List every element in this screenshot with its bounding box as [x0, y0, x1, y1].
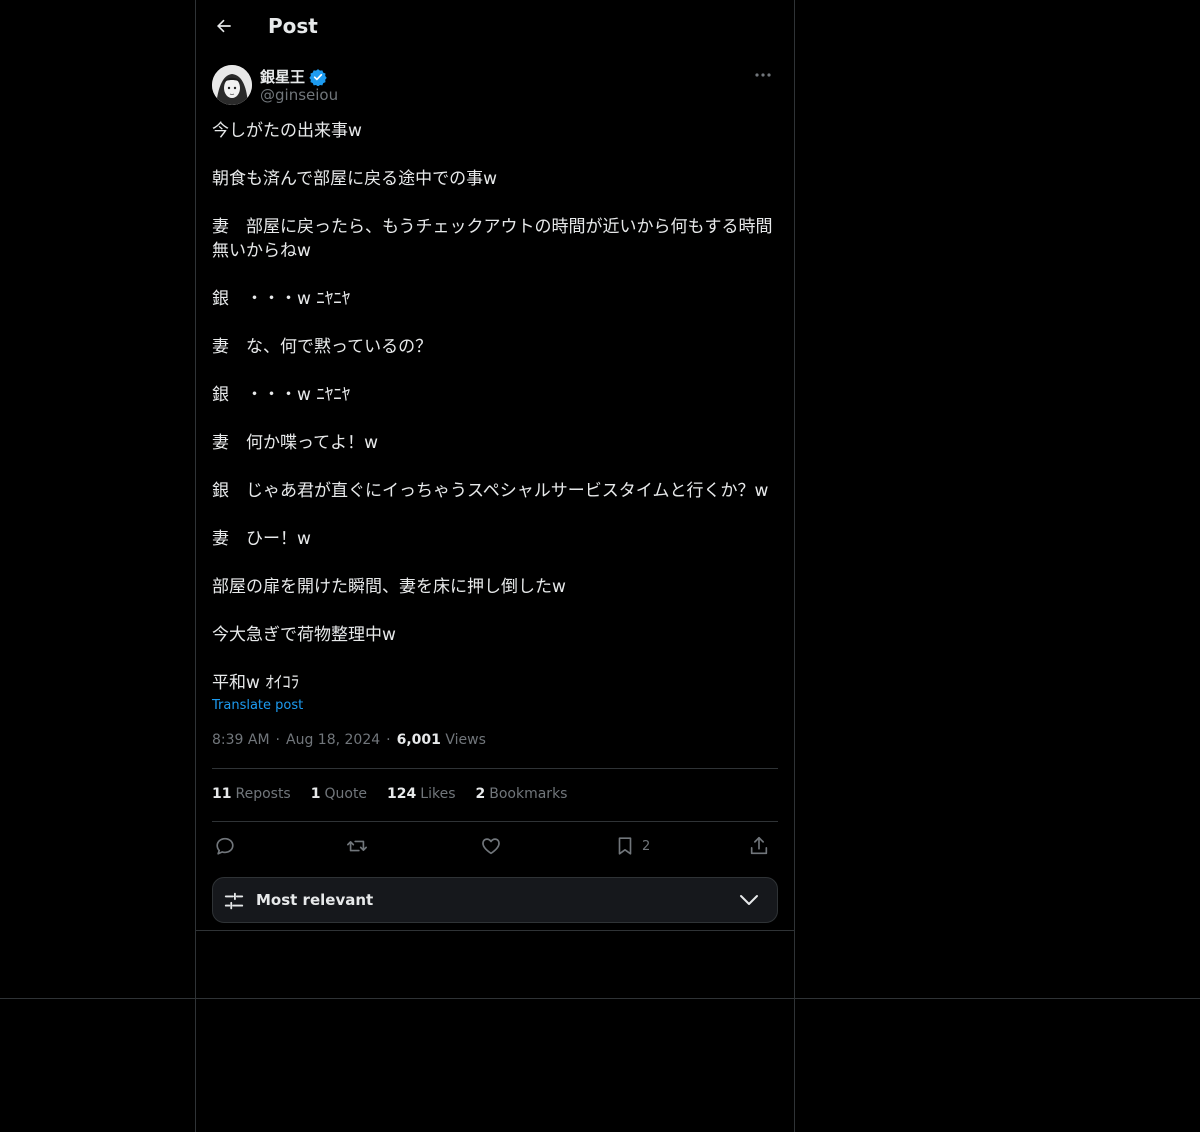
arrow-left-icon	[217, 19, 231, 33]
reply-button[interactable]	[214, 832, 236, 860]
reply-icon	[216, 837, 234, 855]
sort-replies-dropdown[interactable]: Most relevant	[212, 877, 778, 923]
divider	[212, 821, 778, 822]
more-options-button[interactable]	[748, 64, 778, 86]
repost-button[interactable]	[346, 832, 368, 860]
post-text: 今しがたの出来事w 朝食も済んで部屋に戻る途中での事w 妻 部屋に戻ったら、もう…	[212, 119, 778, 695]
page-title: Post	[268, 14, 318, 38]
post-stats: 11 Reposts 1 Quote 124 Likes 2 Bookmarks	[212, 786, 567, 802]
more-horizontal-icon	[755, 73, 771, 77]
post-meta: 8:39 AM · Aug 18, 2024 · 6,001 Views	[212, 732, 486, 748]
post-paragraph: 妻 何か喋ってよ！w	[212, 433, 379, 453]
post-paragraph: 銀 ・・・w ﾆﾔﾆﾔ	[212, 289, 351, 309]
sort-label: Most relevant	[256, 891, 374, 909]
post-paragraph: 銀 じゃあ君が直ぐにイっちゃうスペシャルサービスタイムと行くか？w	[212, 481, 769, 501]
verified-badge-icon	[309, 68, 327, 86]
post-paragraph: 部屋の扉を開けた瞬間、妻を床に押し倒したw	[212, 577, 566, 597]
bookmarks-label: Bookmarks	[489, 786, 568, 802]
likes-label: Likes	[420, 786, 456, 802]
author-display-name[interactable]: 銀星王	[260, 66, 305, 87]
bookmark-icon	[618, 837, 632, 855]
post-paragraph: 妻 な、何で黙っているの？	[212, 337, 433, 357]
quotes-stat[interactable]: 1 Quote	[311, 786, 367, 802]
post-paragraph: 妻 部屋に戻ったら、もうチェックアウトの時間が近いから何もする時間無いからねw	[212, 217, 773, 261]
author-name-line[interactable]: 銀星王	[260, 66, 327, 87]
views-count: 6,001	[396, 732, 441, 748]
divider	[212, 768, 778, 769]
reposts-count: 11	[212, 786, 232, 802]
sliders-icon	[224, 892, 244, 910]
like-button[interactable]	[480, 832, 502, 860]
author-handle[interactable]: @ginseiou	[260, 86, 338, 104]
post-paragraph: 今しがたの出来事w	[212, 121, 362, 141]
post-paragraph: 朝食も済んで部屋に戻る途中での事w	[212, 169, 498, 189]
heart-icon	[482, 838, 500, 855]
post-date[interactable]: Aug 18, 2024	[286, 732, 380, 748]
chevron-down-icon	[740, 895, 758, 905]
post-paragraph: 平和w ｵｲｺﾗ	[212, 673, 300, 693]
bookmark-count: 2	[642, 838, 651, 854]
share-icon	[750, 836, 768, 855]
reposts-label: Reposts	[235, 786, 291, 802]
back-button[interactable]	[208, 10, 240, 42]
reposts-stat[interactable]: 11 Reposts	[212, 786, 291, 802]
divider	[196, 930, 794, 931]
post-paragraph: 今大急ぎで荷物整理中w	[212, 625, 396, 645]
translate-post-link[interactable]: Translate post	[212, 698, 303, 713]
main-column: Post 銀星王 @ginseiou 今しがたの出来事w 朝食も済んで部屋に戻る…	[195, 0, 795, 1132]
avatar[interactable]	[212, 65, 252, 105]
likes-stat[interactable]: 124 Likes	[387, 786, 455, 802]
quote-label: Quote	[324, 786, 368, 802]
views-label: Views	[445, 732, 486, 748]
quote-count: 1	[310, 786, 321, 802]
post-paragraph: 妻 ひー！w	[212, 529, 311, 549]
post-time[interactable]: 8:39 AM	[212, 732, 270, 748]
bookmarks-stat[interactable]: 2 Bookmarks	[476, 786, 568, 802]
share-button[interactable]	[748, 832, 770, 860]
post-paragraph: 銀 ・・・w ﾆﾔﾆﾔ	[212, 385, 351, 405]
action-bar: 2	[212, 832, 778, 860]
post-author: 銀星王 @ginseiou	[212, 64, 778, 108]
repost-icon	[347, 840, 367, 852]
meta-separator: ·	[386, 732, 391, 748]
post-header: Post	[196, 0, 794, 53]
bookmark-button[interactable]: 2	[614, 832, 650, 860]
bookmarks-count: 2	[475, 786, 486, 802]
meta-separator: ·	[275, 732, 280, 748]
likes-count: 124	[387, 786, 417, 802]
